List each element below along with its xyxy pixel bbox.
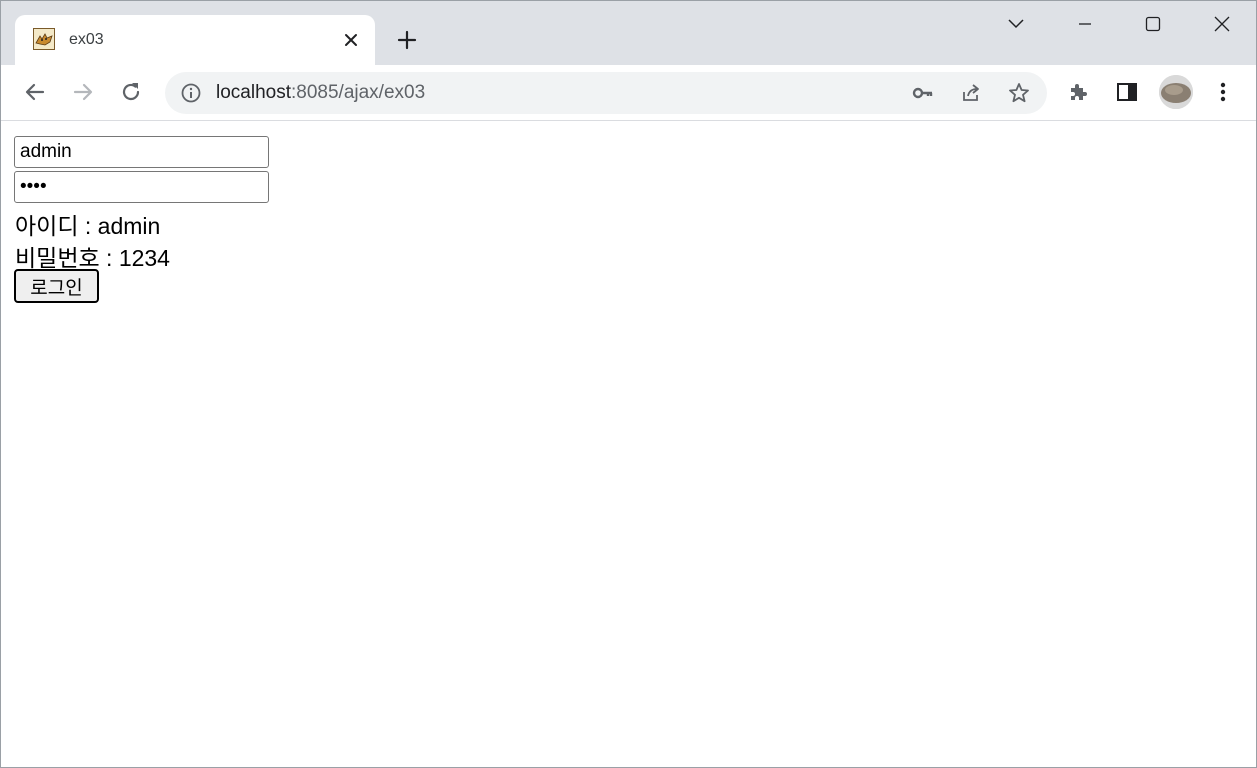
close-tab-icon[interactable] [339,28,363,52]
password-output-separator: : [99,245,119,271]
tab-search-chevron-icon[interactable] [1001,9,1031,39]
reload-icon[interactable] [117,78,145,106]
kebab-menu-icon[interactable] [1209,78,1237,106]
id-output-separator: : [78,213,98,239]
back-arrow-icon[interactable] [21,78,49,106]
tab-ex03[interactable]: ex03 [15,15,375,65]
login-button[interactable]: 로그인 [14,269,99,303]
close-window-icon[interactable] [1207,9,1237,39]
browser-window: ex03 localhost:8085/ajax/ex03 admin 아이디 … [0,0,1257,768]
tomcat-favicon-icon [33,28,55,50]
address-bar[interactable]: localhost:8085/ajax/ex03 [165,72,1047,114]
key-icon[interactable] [911,81,935,105]
password-output-value: 1234 [118,245,170,271]
password-input[interactable] [14,171,269,203]
star-icon[interactable] [1007,81,1031,105]
profile-avatar[interactable] [1159,75,1193,109]
browser-toolbar: localhost:8085/ajax/ex03 [1,65,1256,121]
id-output: 아이디 : admin [15,207,160,241]
new-tab-icon[interactable] [393,26,421,54]
tab-strip: ex03 [1,1,1256,65]
id-input[interactable] [14,136,269,168]
side-panel-icon[interactable] [1113,78,1141,106]
info-icon[interactable] [179,81,203,105]
url-host: localhost [216,82,291,103]
maximize-icon[interactable] [1138,9,1168,39]
share-icon[interactable] [959,81,983,105]
id-output-label: 아이디 [15,214,79,240]
page-content: 아이디 : admin 비밀번호 : 1234 로그인 [1,121,1256,767]
url-port-path: :8085/ajax/ex03 [291,82,426,103]
forward-arrow-icon[interactable] [69,78,97,106]
url-text[interactable]: localhost:8085/ajax/ex03 [216,82,425,104]
tab-title: ex03 [69,31,104,48]
puzzle-icon[interactable] [1065,78,1093,106]
id-output-value: admin [97,213,161,239]
minimize-icon[interactable] [1070,9,1100,39]
password-output: 비밀번호 : 1234 [15,239,170,273]
